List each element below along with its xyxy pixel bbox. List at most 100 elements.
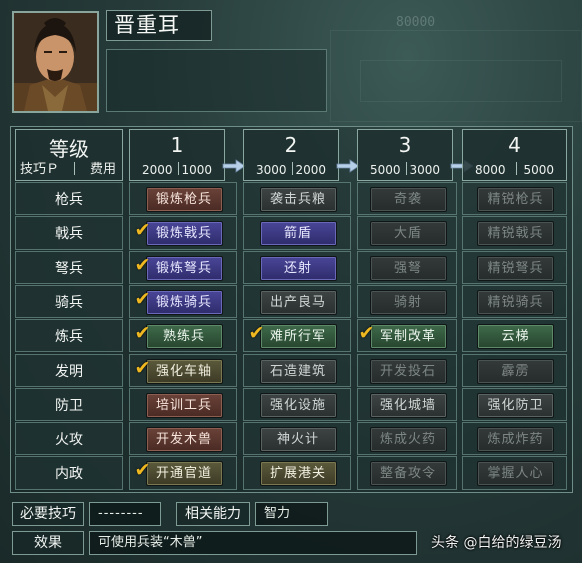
level-number: 1 — [170, 133, 184, 157]
tech-button[interactable]: 强化防卫 — [477, 392, 554, 418]
cost-gold: 5000 — [523, 163, 554, 177]
tech-button[interactable]: 熟练兵 ✔ — [135, 324, 223, 350]
cost-skill-points: 8000 — [475, 163, 506, 177]
level-number: 2 — [284, 133, 298, 157]
tech-button-label: 强化车轴 — [155, 363, 212, 379]
tech-cell: 锻炼枪兵 — [129, 182, 237, 216]
background-number: 80000 — [396, 15, 436, 30]
tech-button[interactable]: 精锐弩兵 — [477, 255, 554, 281]
row-label: 骑兵 — [55, 294, 83, 311]
tech-button[interactable]: 强化设施 — [259, 392, 337, 418]
check-icon: ✔ — [134, 459, 152, 482]
tech-button[interactable]: 霹雳 — [477, 358, 554, 384]
tech-cell: 强化城墙 — [357, 387, 457, 422]
tech-cell: 难所行军 ✔ — [243, 319, 351, 353]
tech-button-label: 难所行军 — [269, 329, 326, 345]
tech-button[interactable]: 精锐骑兵 — [477, 289, 554, 315]
tech-button[interactable]: 强弩 — [369, 255, 447, 281]
tech-button[interactable]: 炼成炸药 — [477, 427, 554, 453]
tech-button[interactable]: 精锐枪兵 — [477, 187, 554, 212]
tech-button[interactable]: 神火计 — [259, 427, 337, 453]
tech-button[interactable]: 锻炼戟兵 ✔ — [135, 221, 223, 247]
tech-button[interactable]: 炼成火药 — [369, 427, 447, 453]
tech-cell: 开发投石 — [357, 353, 457, 387]
tech-button[interactable]: 军制改革 ✔ — [359, 324, 447, 350]
tech-button-label: 熟练兵 — [162, 329, 205, 345]
tech-button[interactable]: 石造建筑 — [259, 358, 337, 384]
tech-button[interactable]: 强化城墙 — [369, 392, 447, 418]
level-number: 3 — [398, 133, 412, 157]
tech-button[interactable]: 开通官道 ✔ — [135, 461, 223, 487]
tech-button[interactable]: 出产良马 — [259, 289, 337, 315]
row-label: 防卫 — [55, 397, 83, 414]
tech-cell: 精锐戟兵 — [462, 216, 567, 250]
tech-button-label: 奇袭 — [393, 192, 422, 207]
tech-button[interactable]: 强化车轴 ✔ — [135, 358, 223, 384]
tech-button[interactable]: 箭盾 — [259, 221, 337, 247]
related-ability-value: 智力 — [255, 502, 328, 526]
tech-cell: 箭盾 — [243, 216, 351, 250]
row-label: 火攻 — [55, 432, 83, 449]
tech-button-label: 炼成火药 — [379, 432, 436, 448]
cost-separator — [406, 162, 407, 175]
check-icon: ✔ — [134, 253, 152, 276]
check-icon: ✔ — [358, 322, 376, 345]
tech-cell: 军制改革 ✔ — [357, 319, 457, 353]
tech-button[interactable]: 大盾 — [369, 221, 447, 247]
row-label: 枪兵 — [55, 192, 83, 208]
tech-button[interactable]: 骑射 — [369, 289, 447, 315]
tech-cell: 开通官道 ✔ — [129, 456, 237, 490]
tech-button[interactable]: 培训工兵 — [145, 392, 223, 418]
description-panel — [106, 49, 327, 112]
tech-cell: 培训工兵 — [129, 387, 237, 422]
tech-button[interactable]: 掌握人心 — [477, 461, 554, 487]
tech-button-label: 锻炼骑兵 — [155, 294, 212, 310]
tech-button[interactable]: 开发木兽 — [145, 427, 223, 453]
check-icon: ✔ — [134, 356, 152, 379]
row-label-cell: 炼兵 — [15, 319, 123, 353]
tech-button[interactable]: 锻炼骑兵 ✔ — [135, 289, 223, 315]
cost-skill-points: 2000 — [142, 163, 173, 177]
tech-cell: 熟练兵 ✔ — [129, 319, 237, 353]
tech-tree-table: 等级 技巧Ｐ 费用 1 2000 1000 2 3000 2000 3 5000 3000 4 8000 5… — [10, 126, 573, 493]
tech-button[interactable]: 锻炼弩兵 ✔ — [135, 255, 223, 281]
character-portrait — [12, 11, 99, 113]
tech-button[interactable]: 云梯 — [477, 324, 554, 350]
tech-button[interactable]: 袭击兵粮 — [259, 187, 337, 212]
tech-button[interactable]: 开发投石 — [369, 358, 447, 384]
tech-button-label: 骑射 — [393, 294, 422, 310]
header-level-3: 3 5000 3000 — [357, 129, 453, 181]
character-name: 晋重耳 — [106, 10, 212, 41]
tech-button[interactable]: 扩展港关 — [259, 461, 337, 487]
tech-cell: 还射 — [243, 250, 351, 284]
tech-cell: 炼成火药 — [357, 422, 457, 456]
tech-cell: 强化设施 — [243, 387, 351, 422]
row-label-cell: 火攻 — [15, 422, 123, 456]
tech-cell: 出产良马 — [243, 284, 351, 319]
tech-button[interactable]: 难所行军 ✔ — [249, 324, 337, 350]
tech-button[interactable]: 还射 — [259, 255, 337, 281]
tech-button[interactable]: 锻炼枪兵 — [145, 187, 223, 212]
tech-button[interactable]: 整备攻令 — [369, 461, 447, 487]
tech-cell: 掌握人心 — [462, 456, 567, 490]
tech-button-label: 出产良马 — [269, 294, 326, 310]
header-level-1: 1 2000 1000 — [129, 129, 225, 181]
tech-cell: 精锐骑兵 — [462, 284, 567, 319]
tech-button-label: 扩展港关 — [269, 466, 326, 482]
header-level-4: 4 8000 5000 — [462, 129, 567, 181]
tech-button-label: 精锐戟兵 — [487, 226, 544, 242]
header-cost-label: 费用 — [89, 162, 116, 177]
watermark: 头条 @白给的绿豆汤 — [431, 535, 562, 551]
row-label-cell: 内政 — [15, 456, 123, 490]
required-skill-value: -------- — [89, 502, 161, 526]
tech-cell: 袭击兵粮 — [243, 182, 351, 216]
tech-cell: 奇袭 — [357, 182, 457, 216]
tech-button[interactable]: 精锐戟兵 — [477, 221, 554, 247]
tech-button-label: 精锐弩兵 — [487, 260, 544, 276]
tech-cell: 石造建筑 — [243, 353, 351, 387]
tech-button-label: 强化防卫 — [487, 397, 544, 413]
tech-button-label: 霹雳 — [501, 363, 530, 379]
tech-button[interactable]: 奇袭 — [369, 187, 447, 212]
cost-gold: 2000 — [295, 163, 326, 177]
check-icon: ✔ — [134, 287, 152, 310]
